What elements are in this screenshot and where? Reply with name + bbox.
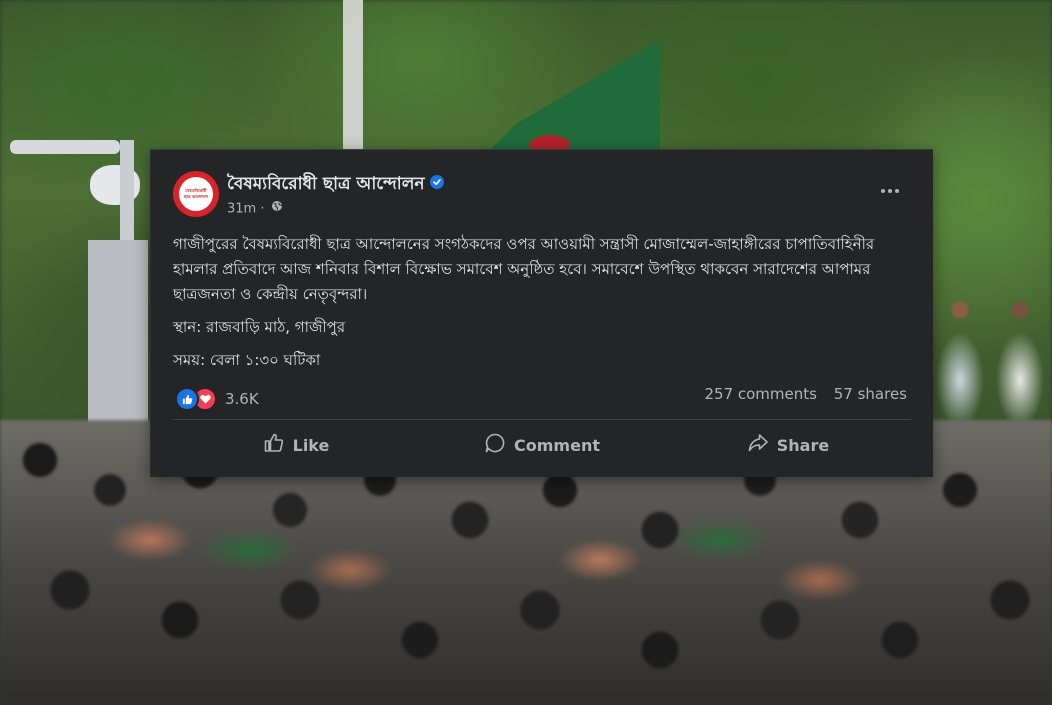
page-name-link[interactable]: বৈষম্যবিরোধী ছাত্র আন্দোলন	[227, 171, 444, 199]
post-header: বৈষম্যবিরোধী ছাত্র আন্দোলন বৈষম্যবিরোধী …	[173, 171, 913, 221]
shares-count-link[interactable]: 57 shares	[834, 385, 907, 403]
logo-text-line2: ছাত্র আন্দোলন	[184, 194, 208, 199]
post-actions: Like Comment Share	[173, 425, 911, 465]
page-name: বৈষম্যবিরোধী ছাত্র আন্দোলন	[227, 174, 425, 194]
comment-button[interactable]: Comment	[419, 425, 665, 465]
post-card: বৈষম্যবিরোধী ছাত্র আন্দোলন বৈষম্যবিরোধী …	[150, 149, 933, 477]
page-logo: বৈষম্যবিরোধী ছাত্র আন্দোলন	[179, 177, 213, 211]
like-button[interactable]: Like	[173, 425, 419, 465]
comments-count-link[interactable]: 257 comments	[704, 385, 816, 403]
more-options-icon[interactable]	[875, 179, 905, 203]
meta-separator: ·	[260, 201, 265, 217]
post-stats: 257 comments 57 shares	[692, 385, 907, 403]
reactions-summary[interactable]: 3.6K	[175, 387, 259, 411]
like-label: Like	[292, 435, 330, 455]
like-reaction-icon	[175, 387, 199, 411]
share-arrow-icon	[747, 432, 769, 458]
post-paragraph: গাজীপুরের বৈষম্যবিরোধী ছাত্র আন্দোলনের স…	[173, 235, 875, 303]
post-time-info: সময়: বেলা ১:৩০ ঘটিকা	[173, 351, 321, 369]
post-timestamp[interactable]: 31m	[227, 202, 256, 217]
post-location: স্থান: রাজবাড়ি মাঠ, গাজীপুর	[173, 318, 346, 336]
actions-divider	[173, 419, 911, 420]
comment-bubble-icon	[484, 432, 506, 458]
share-button[interactable]: Share	[665, 425, 911, 465]
background-flagpole	[343, 0, 363, 160]
share-label: Share	[776, 435, 830, 455]
reactions-count: 3.6K	[225, 390, 259, 408]
background-streetlamp	[10, 140, 148, 440]
page-avatar[interactable]: বৈষম্যবিরোধী ছাত্র আন্দোলন	[173, 171, 219, 217]
comment-label: Comment	[514, 435, 600, 455]
globe-icon	[271, 200, 283, 216]
post-text: গাজীপুরের বৈষম্যবিরোধী ছাত্র আন্দোলনের স…	[173, 232, 915, 373]
thumbs-up-icon	[263, 432, 285, 458]
post-meta: 31m ·	[227, 201, 283, 217]
verified-badge-icon	[429, 175, 444, 189]
